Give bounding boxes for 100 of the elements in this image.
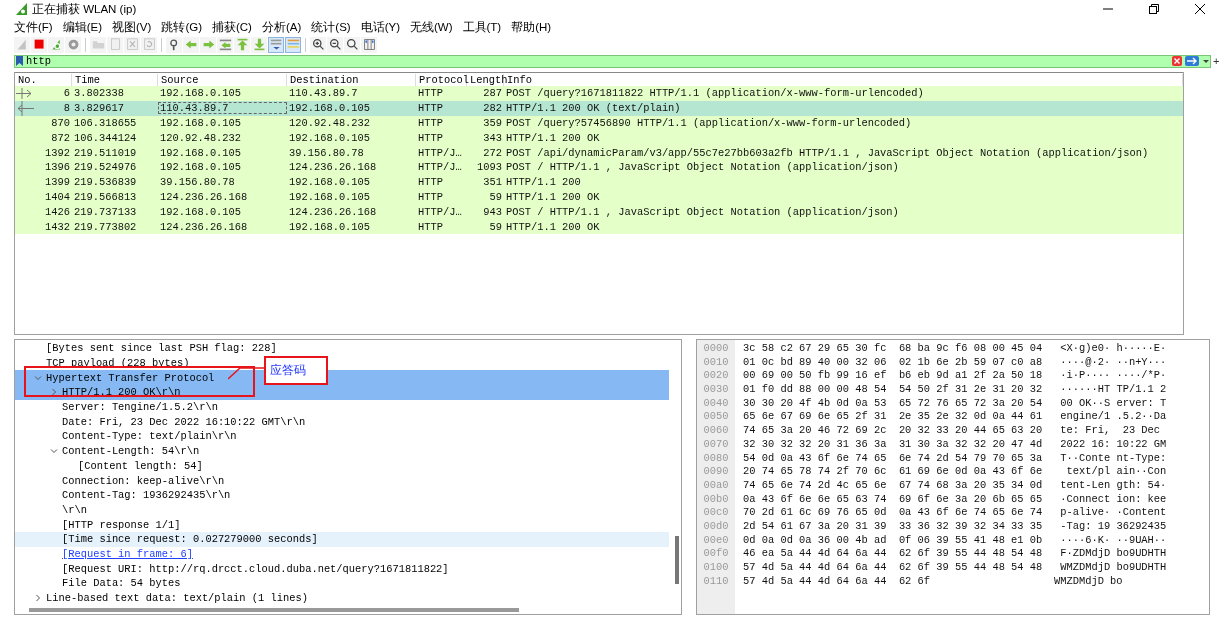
- offset-label: 0050: [703, 410, 729, 425]
- dropdown-caret-icon[interactable]: [1202, 57, 1210, 65]
- hex-bytes: 00 69 00 50 fb 99 16 ef b6 eb 9d a1 2f 2a 50 18: [743, 369, 1043, 384]
- offset-label: 0010: [703, 355, 729, 370]
- table-cell-text: 106.318655: [73, 117, 138, 129]
- table-cell-text: HTTP: [417, 220, 444, 233]
- collapsed-chevron-icon[interactable]: [34, 594, 42, 603]
- offset-label: 0100: [703, 561, 729, 575]
- table-cell-text: HTTP/1.1 200 OK: [505, 220, 601, 233]
- menu-item[interactable]: 电话(Y): [360, 19, 400, 35]
- tree-row[interactable]: HTTP/1.1 200 OK\r\n: [15, 385, 669, 400]
- column-header[interactable]: Protocol: [416, 73, 467, 86]
- column-header[interactable]: Source: [158, 73, 287, 86]
- menu-item[interactable]: 编辑(E): [62, 19, 103, 35]
- table-cell-text: 351: [482, 176, 503, 189]
- ascii-text: tent-Len gth: 54·: [1060, 478, 1167, 493]
- packet-row[interactable]: 872 106.344124 120.92.48.232 192.168.0.105 HTTP 343 HTTP/1.1 200 OK: [15, 130, 1183, 146]
- offset-label: 00e0: [703, 533, 729, 548]
- window-title: 正在捕获 WLAN (ip): [32, 1, 137, 17]
- table-cell: 110.43.89.7: [158, 102, 287, 115]
- menu-item[interactable]: 捕获(C): [212, 19, 252, 35]
- offset-label: 0030: [703, 383, 729, 397]
- table-cell-text: 1093: [476, 161, 503, 174]
- menu-item[interactable]: 统计(S): [311, 19, 351, 35]
- column-header[interactable]: No.: [15, 73, 72, 86]
- menu-item[interactable]: 工具(T): [462, 19, 502, 35]
- add-filter-button[interactable]: +: [1213, 55, 1223, 67]
- table-cell-text: 870: [51, 117, 71, 129]
- restore-icon[interactable]: [1149, 4, 1159, 14]
- table-cell-text: 106.344124: [73, 131, 138, 144]
- bookmark-icon[interactable]: [16, 56, 23, 66]
- table-cell-text: 359: [482, 117, 503, 129]
- expanded-chevron-icon[interactable]: [34, 373, 42, 382]
- collapsed-chevron-icon[interactable]: [50, 388, 58, 397]
- hex-bytes: 20 74 65 78 74 2f 70 6c 61 69 6e 0d 0a 43 6f 6e: [743, 465, 1043, 479]
- scrollbar-thumb[interactable]: [29, 608, 519, 612]
- tree-item-label: [Time since request: 0.027279000 seconds]: [62, 533, 318, 546]
- table-cell-text: HTTP/1.1 200: [505, 176, 582, 189]
- hex-bytes: 01 f0 dd 88 00 00 48 54 54 50 2f 31 2e 31 20 32: [743, 383, 1043, 397]
- packet-row[interactable]: 1432 219.773802 124.236.26.168 192.168.0.105 HTTP 59 HTTP/1.1 200 OK: [15, 219, 1183, 234]
- table-cell-text: 219.536839: [73, 176, 138, 189]
- offset-label: 0060: [703, 424, 729, 438]
- table-cell-text: HTTP/1.1 200 OK: [505, 131, 601, 144]
- offset-label: 00c0: [703, 506, 729, 520]
- table-cell-text: 343: [482, 131, 503, 144]
- table-cell-text: 287: [482, 87, 503, 100]
- offset-label: 00d0: [703, 519, 729, 534]
- tree-row[interactable]: [Time since request: 0.027279000 seconds]: [15, 531, 669, 547]
- menu-item[interactable]: 跳转(G): [161, 19, 202, 35]
- column-header[interactable]: Time: [72, 73, 158, 86]
- hex-bytes: 2d 54 61 67 3a 20 31 39 33 36 32 39 32 34 33 35: [743, 519, 1043, 534]
- table-cell-text: 124.236.26.168: [159, 220, 249, 233]
- menu-item[interactable]: 视图(V): [112, 19, 152, 35]
- clear-icon[interactable]: [1172, 56, 1182, 66]
- hex-bytes: 0a 43 6f 6e 6e 65 63 74 69 6f 6e 3a 20 6b 65 65: [743, 492, 1043, 507]
- scrollbar-thumb[interactable]: [675, 536, 679, 584]
- table-cell-text: HTTP: [417, 102, 444, 115]
- tree-item-label: [Bytes sent since last PSH flag: 228]: [46, 342, 277, 355]
- ascii-text: p-alive· ·Content: [1060, 506, 1167, 520]
- hex-bytes: 57 4d 5a 44 4d 64 6a 44 62 6f 39 55 44 48 54 48: [743, 561, 1043, 575]
- table-cell-text: 39.156.80.78: [288, 146, 365, 159]
- offset-label: 0090: [703, 465, 729, 479]
- expanded-chevron-icon[interactable]: [50, 447, 58, 456]
- table-cell-text: 124.236.26.168: [288, 161, 378, 174]
- menu-item[interactable]: 分析(A): [261, 19, 302, 35]
- ascii-text: <X·g)e0· h·····E·: [1060, 342, 1167, 356]
- packet-row[interactable]: 6 3.802338 192.168.0.105 110.43.89.7 HTTP 287 POST /query?1671811822 HTTP/1.1 (application/x-www-form-urlencoded): [15, 86, 1183, 101]
- offset-label: 0040: [703, 396, 729, 411]
- tree-item-label: HTTP/1.1 200 OK\r\n: [62, 386, 181, 399]
- table-cell-text: HTTP: [417, 176, 444, 189]
- tree-item-label: Line-based text data: text/plain (1 lines): [46, 592, 308, 605]
- close-icon[interactable]: [1195, 4, 1205, 14]
- hex-bytes: 74 65 3a 20 46 72 69 2c 20 32 33 20 44 65 63 20: [743, 424, 1043, 438]
- packet-row[interactable]: 1426 219.737133 192.168.0.105 124.236.26.168 HTTP/J… 943 POST / HTTP/1.1 , JavaScript Object Notation (application/json): [15, 204, 1183, 220]
- column-header[interactable]: Destination: [287, 73, 416, 86]
- hex-bytes: 70 2d 61 6c 69 76 65 0d 0a 43 6f 6e 74 65 6e 74: [743, 506, 1043, 520]
- offset-label: 0020: [703, 369, 729, 384]
- menu-item[interactable]: 无线(W): [410, 19, 453, 35]
- table-cell-text: 192.168.0.105: [288, 220, 372, 233]
- offset-label: 00f0: [703, 547, 729, 561]
- display-filter-field[interactable]: http: [26, 55, 1169, 67]
- tree-item-label: Connection: keep-alive\r\n: [62, 474, 225, 487]
- table-cell-text: POST / HTTP/1.1 , JavaScript Object Notation (application/json): [505, 205, 900, 218]
- frame-link[interactable]: [Request in frame: 6]: [62, 547, 193, 560]
- offset-label: 0070: [703, 437, 729, 452]
- menu-item[interactable]: 帮助(H): [511, 19, 552, 35]
- hex-bytes: 74 65 6e 74 2d 4c 65 6e 67 74 68 3a 20 35 34 0d: [743, 478, 1043, 493]
- apply-arrow-icon[interactable]: [1185, 56, 1199, 66]
- table-cell-text: 124.236.26.168: [288, 205, 378, 218]
- table-cell-text: HTTP: [417, 131, 444, 144]
- shark-fin-icon: [16, 3, 28, 15]
- menu-item[interactable]: 文件(F): [14, 19, 53, 35]
- tree-item-label: Date: Fri, 23 Dec 2022 16:10:22 GMT\r\n: [62, 415, 306, 428]
- packet-row[interactable]: 1392 219.511019 192.168.0.105 39.156.80.78 HTTP/J… 272 POST /api/dynamicParam/v3/app/55c7e27bb603a2fb HTTP/1.1 , JavaScript Object Notation (application/json): [15, 145, 1183, 160]
- tree-item-label: [HTTP response 1/1]: [62, 518, 181, 531]
- hex-bytes: 46 ea 5a 44 4d 64 6a 44 62 6f 39 55 44 48 54 48: [743, 547, 1043, 561]
- table-cell-text: 192.168.0.105: [159, 205, 243, 218]
- filter-field[interactable]: http: [14, 54, 1211, 68]
- table-cell-text: 192.168.0.105: [159, 87, 243, 100]
- offset-label: 0110: [703, 574, 729, 589]
